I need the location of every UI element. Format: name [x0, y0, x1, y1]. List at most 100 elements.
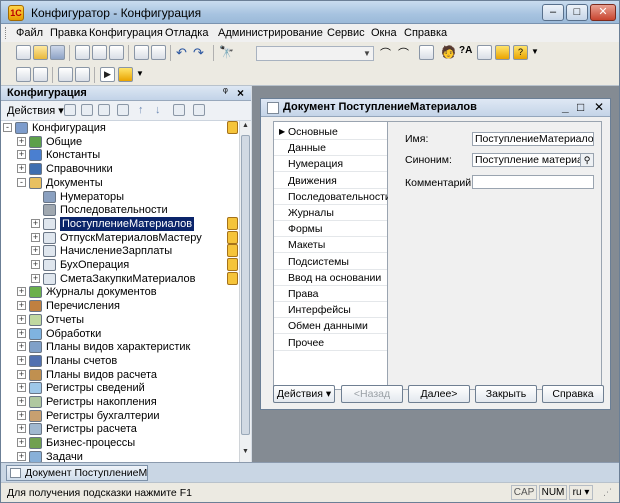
- section-item[interactable]: Подсистемы: [274, 254, 387, 270]
- update-db-icon[interactable]: [33, 67, 48, 82]
- edit-icon[interactable]: [98, 104, 110, 116]
- tree-item[interactable]: + СметаЗакупкиМатериалов: [1, 271, 239, 286]
- section-item[interactable]: Обмен данными: [274, 318, 387, 335]
- expand-icon[interactable]: +: [17, 410, 26, 420]
- section-item[interactable]: Права: [274, 286, 387, 302]
- tree-item[interactable]: + Планы счетов: [1, 354, 239, 368]
- menu-configuration[interactable]: Конфигурация: [89, 27, 163, 39]
- expand-icon[interactable]: +: [17, 342, 26, 352]
- open-file-icon[interactable]: [33, 45, 48, 60]
- find-icon[interactable]: 🔭: [219, 45, 234, 60]
- expand-icon[interactable]: +: [31, 273, 40, 283]
- dialog-minimize-button[interactable]: _: [562, 100, 569, 114]
- dialog-close-button[interactable]: ✕: [594, 100, 604, 114]
- tree-item[interactable]: + Общие: [1, 135, 239, 149]
- expand-icon[interactable]: +: [31, 246, 40, 256]
- language-indicator[interactable]: ru ▾: [569, 485, 593, 500]
- tree-item[interactable]: + Перечисления: [1, 299, 239, 313]
- expand-icon[interactable]: +: [17, 451, 26, 461]
- tree-item[interactable]: Последовательности: [1, 203, 239, 217]
- copy-icon[interactable]: [92, 45, 107, 60]
- add-icon[interactable]: [64, 104, 76, 116]
- window-tab-document[interactable]: Документ ПоступлениеМат...: [6, 465, 148, 481]
- expand-icon[interactable]: +: [17, 287, 26, 297]
- tree-item[interactable]: + Задачи: [1, 450, 239, 462]
- maximize-button[interactable]: □: [566, 4, 588, 21]
- add-child-icon[interactable]: [81, 104, 93, 116]
- find-next-icon[interactable]: ⌒: [380, 45, 395, 60]
- tree-item[interactable]: Нумераторы: [1, 190, 239, 204]
- menu-help[interactable]: Справка: [404, 27, 447, 39]
- module-icon[interactable]: [75, 67, 90, 82]
- section-item[interactable]: Движения: [274, 173, 387, 189]
- tree-item[interactable]: + БухОперация: [1, 258, 239, 272]
- comment-field[interactable]: [472, 175, 594, 189]
- help-button[interactable]: Справка: [542, 385, 604, 403]
- new-file-icon[interactable]: [16, 45, 31, 60]
- expand-icon[interactable]: +: [17, 383, 26, 393]
- collapse-icon[interactable]: -: [3, 123, 12, 132]
- expand-icon[interactable]: +: [31, 232, 40, 242]
- expand-icon[interactable]: +: [17, 397, 26, 406]
- tree-item[interactable]: + Регистры бухгалтерии: [1, 409, 239, 423]
- expand-icon[interactable]: +: [17, 328, 26, 338]
- tree-item[interactable]: + Справочники: [1, 162, 239, 176]
- print-preview-icon[interactable]: [151, 45, 166, 60]
- expand-icon[interactable]: +: [17, 164, 26, 174]
- close-dialog-button[interactable]: Закрыть: [475, 385, 537, 403]
- question-icon[interactable]: ?: [513, 45, 528, 60]
- tree-item[interactable]: + НачислениеЗарплаты: [1, 244, 239, 258]
- menu-windows[interactable]: Окна: [371, 27, 397, 39]
- synonym-field[interactable]: Поступление материалов ⚲: [472, 153, 594, 167]
- section-item[interactable]: ▶ Основные: [274, 124, 387, 140]
- assistant-icon[interactable]: 🧑: [441, 45, 456, 60]
- compare-icon[interactable]: [58, 67, 73, 82]
- tree-item[interactable]: - Документы: [1, 176, 239, 190]
- back-button[interactable]: <Назад: [341, 385, 403, 403]
- expand-icon[interactable]: +: [17, 301, 26, 311]
- find-prev-icon[interactable]: ⌒: [398, 45, 413, 60]
- undo-icon[interactable]: ↶: [176, 45, 191, 60]
- paste-icon[interactable]: [109, 45, 124, 60]
- expand-icon[interactable]: +: [17, 424, 26, 434]
- section-item[interactable]: Данные: [274, 140, 387, 157]
- move-up-icon[interactable]: ↑: [138, 104, 150, 116]
- print-icon[interactable]: [134, 45, 149, 60]
- close-button[interactable]: ✕: [590, 4, 616, 21]
- tree-item[interactable]: + Регистры накопления: [1, 395, 239, 409]
- tree-item[interactable]: + Планы видов характеристик: [1, 340, 239, 354]
- pin-icon[interactable]: ᵠ: [223, 86, 228, 98]
- section-item[interactable]: Интерфейсы: [274, 302, 387, 319]
- dialog-maximize-button[interactable]: □: [577, 100, 584, 114]
- expand-icon[interactable]: +: [31, 260, 40, 269]
- tree-item[interactable]: + ОтпускМатериаловМастеру: [1, 230, 239, 245]
- scroll-thumb[interactable]: [241, 135, 250, 435]
- scroll-up-icon[interactable]: ▲: [240, 122, 251, 135]
- start-debug-icon[interactable]: ▶: [100, 67, 115, 82]
- expand-icon[interactable]: +: [17, 369, 26, 379]
- tree-item[interactable]: + Регистры сведений: [1, 381, 239, 395]
- section-item[interactable]: Ввод на основании: [274, 270, 387, 286]
- toolbar-more-icon[interactable]: ▼: [136, 69, 151, 84]
- next-button[interactable]: Далее>: [408, 385, 470, 403]
- 1c-info-icon[interactable]: [495, 45, 510, 60]
- section-item[interactable]: Журналы: [274, 205, 387, 221]
- tree-item[interactable]: + ПоступлениеМатериалов: [1, 216, 239, 231]
- dialog-actions-button[interactable]: Действия ▾: [273, 385, 335, 403]
- tree-item[interactable]: + Константы: [1, 148, 239, 162]
- section-item[interactable]: Формы: [274, 221, 387, 238]
- tree-item[interactable]: + Отчеты: [1, 313, 239, 327]
- collapse-icon[interactable]: -: [17, 177, 26, 187]
- expand-icon[interactable]: +: [17, 314, 26, 324]
- menu-service[interactable]: Сервис: [327, 27, 365, 39]
- open-config-icon[interactable]: [16, 67, 31, 82]
- delete-icon[interactable]: [117, 104, 129, 116]
- section-item[interactable]: Нумерация: [274, 156, 387, 173]
- menu-administration[interactable]: Администрирование: [218, 27, 323, 39]
- tree-item[interactable]: + Регистры расчета: [1, 422, 239, 436]
- close-panel-icon[interactable]: ×: [237, 86, 244, 100]
- expand-icon[interactable]: +: [17, 150, 26, 160]
- actions-menu-button[interactable]: Действия ▾: [7, 104, 64, 117]
- whats-this-icon[interactable]: ?A: [459, 45, 474, 60]
- section-item[interactable]: Прочее: [274, 335, 387, 351]
